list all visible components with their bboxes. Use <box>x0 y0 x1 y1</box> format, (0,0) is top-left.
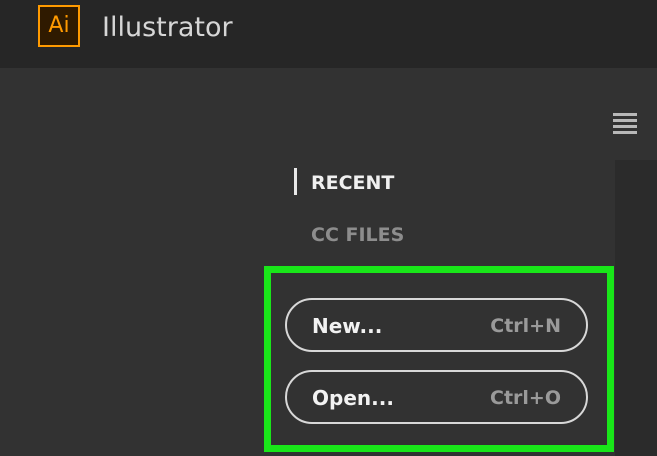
new-button-shortcut: Ctrl+N <box>490 315 561 337</box>
active-tab-indicator <box>294 168 297 195</box>
hamburger-menu-icon[interactable] <box>613 113 637 137</box>
menu-line <box>613 119 637 122</box>
new-button[interactable]: New... Ctrl+N <box>285 298 588 352</box>
tab-recent[interactable]: RECENT <box>311 171 394 195</box>
side-panel <box>615 160 657 456</box>
menu-line <box>613 113 637 116</box>
new-button-label: New... <box>312 314 383 338</box>
open-button[interactable]: Open... Ctrl+O <box>285 370 588 424</box>
illustrator-start-screen: Ai Illustrator RECENT CC FILES New... Ct… <box>0 0 657 456</box>
title-bar: Ai Illustrator <box>0 0 657 68</box>
highlight-box <box>264 266 614 452</box>
tab-cc-files[interactable]: CC FILES <box>311 223 404 247</box>
menu-line <box>613 125 637 128</box>
menu-line <box>613 131 637 134</box>
app-title: Illustrator <box>102 12 233 43</box>
open-button-label: Open... <box>312 386 394 410</box>
open-button-shortcut: Ctrl+O <box>490 387 561 409</box>
illustrator-logo-icon: Ai <box>38 5 80 47</box>
